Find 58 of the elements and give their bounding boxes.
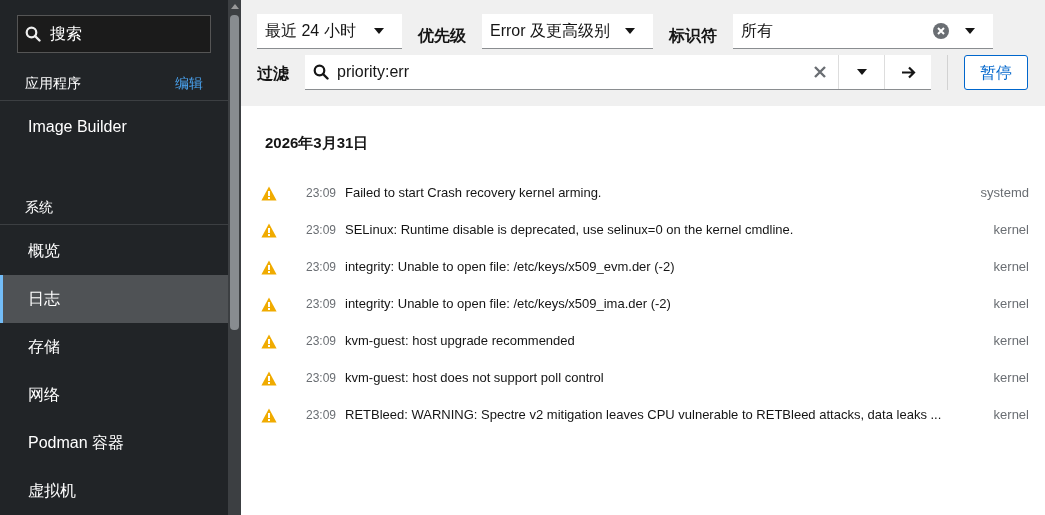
filter-label: 过滤 [257, 64, 289, 84]
section-title: 系统 [25, 198, 53, 217]
log-message[interactable]: integrity: Unable to open file: /etc/keys/x509_evm.der (-2) [345, 257, 986, 277]
log-source: kernel [993, 406, 1029, 425]
log-message[interactable]: kvm-guest: host does not support poll control [345, 368, 986, 388]
log-message[interactable]: Failed to start Crash recovery kernel arming. [345, 183, 973, 203]
log-time: 23:09 [306, 296, 338, 313]
warning-icon [261, 185, 277, 201]
log-source: kernel [993, 332, 1029, 351]
caret-icon [625, 28, 635, 34]
log-time: 23:09 [306, 333, 338, 350]
log-time: 23:09 [306, 185, 338, 202]
close-icon[interactable] [814, 66, 826, 78]
caret-icon [374, 28, 384, 34]
pause-button[interactable]: 暂停 [964, 55, 1028, 90]
nav-item[interactable]: Podman 容器 [0, 419, 228, 467]
log-source: kernel [993, 369, 1029, 388]
log-source: kernel [993, 295, 1029, 314]
search-field[interactable]: 搜索 [17, 15, 211, 53]
search-icon [313, 64, 329, 80]
log-time: 23:09 [306, 259, 338, 276]
edit-link[interactable]: 编辑 [175, 73, 203, 94]
priority-select[interactable]: Error 及更高级别 [482, 14, 653, 49]
log-message[interactable]: SELinux: Runtime disable is deprecated, use selinux=0 on the kernel cmdline. [345, 220, 986, 240]
warning-icon [261, 370, 277, 386]
warning-icon [261, 296, 277, 312]
log-source: systemd [980, 184, 1029, 203]
caret-icon [965, 28, 975, 34]
warning-icon [261, 333, 277, 349]
nav-item[interactable]: 日志 [0, 275, 228, 323]
log-source: kernel [993, 221, 1029, 240]
nav-item[interactable]: 存储 [0, 323, 228, 371]
arrow-right-icon [900, 65, 916, 79]
clear-icon[interactable] [933, 23, 949, 39]
warning-icon [261, 407, 277, 423]
caret-icon [856, 69, 867, 75]
nav-item[interactable]: Image Builder [0, 103, 228, 151]
scrollbar[interactable] [228, 0, 241, 515]
section-title: 应用程序 [25, 74, 81, 93]
nav-item[interactable]: 虚拟机 [0, 467, 228, 515]
log-source: kernel [993, 258, 1029, 277]
log-time: 23:09 [306, 407, 338, 424]
time-range-select[interactable]: 最近 24 小时 [257, 14, 402, 49]
nav-item[interactable]: 网络 [0, 371, 228, 419]
log-message[interactable]: kvm-guest: host upgrade recommended [345, 331, 986, 351]
log-message[interactable]: RETBleed: WARNING: Spectre v2 mitigation leaves CPU vulnerable to RETBleed attacks, data leaks ... [345, 405, 986, 425]
warning-icon [261, 259, 277, 275]
identifier-select[interactable]: 所有 [733, 14, 993, 49]
priority-label: 优先级 [418, 26, 466, 46]
nav-item[interactable]: 概览 [0, 227, 228, 275]
log-time: 23:09 [306, 370, 338, 387]
search-icon [25, 26, 41, 42]
identifier-label: 标识符 [669, 26, 717, 46]
log-message[interactable]: integrity: Unable to open file: /etc/keys/x509_ima.der (-2) [345, 294, 986, 314]
date-heading: 2026年3月31日 [264, 133, 370, 153]
filter-bar[interactable]: priority:err [305, 55, 931, 90]
log-time: 23:09 [306, 222, 338, 239]
warning-icon [261, 222, 277, 238]
